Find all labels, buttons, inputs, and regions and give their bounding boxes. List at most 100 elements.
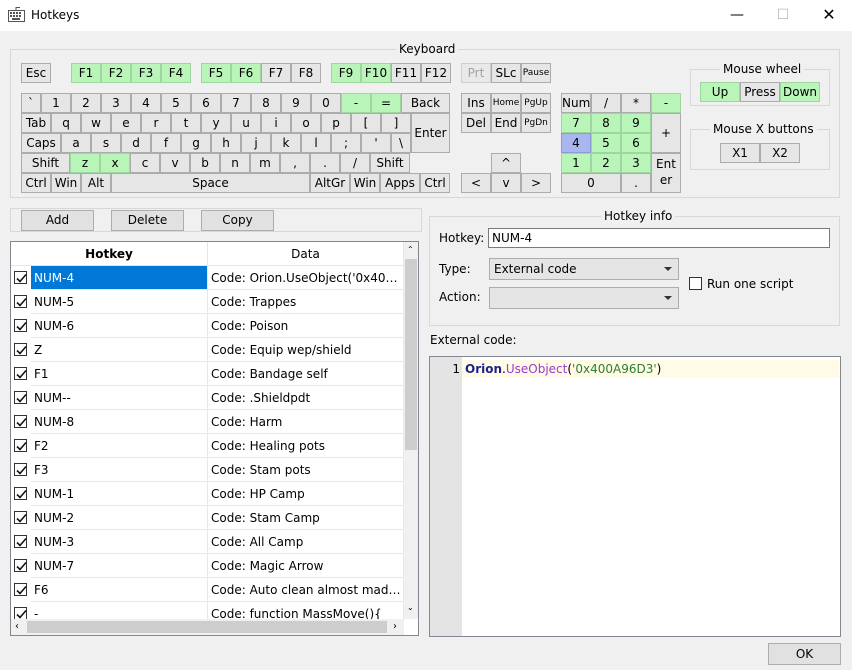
key-d4[interactable]: 4: [131, 93, 161, 113]
row-checkbox[interactable]: [14, 439, 27, 452]
table-row[interactable]: NUM-7 Code: Magic Arrow: [11, 554, 404, 578]
ok-button[interactable]: OK: [768, 643, 841, 665]
row-checkbox[interactable]: [14, 367, 27, 380]
key-f6[interactable]: F6: [231, 63, 261, 83]
key-h[interactable]: h: [211, 133, 241, 153]
key-period[interactable]: .: [310, 153, 340, 173]
key-d1[interactable]: 1: [41, 93, 71, 113]
column-header-data[interactable]: Data: [208, 242, 404, 266]
key-rctrl[interactable]: Ctrl: [420, 173, 450, 193]
key-n[interactable]: n: [220, 153, 250, 173]
key-nsub[interactable]: -: [651, 93, 681, 113]
key-lwin[interactable]: Win: [51, 173, 81, 193]
add-button[interactable]: Add: [21, 210, 94, 231]
key-j[interactable]: j: [241, 133, 271, 153]
code-editor[interactable]: 1 Orion.UseObject('0x400A96D3'): [429, 356, 841, 637]
key-x1[interactable]: X1: [720, 143, 760, 163]
key-slc[interactable]: SLc: [491, 63, 521, 83]
key-d0[interactable]: 0: [311, 93, 341, 113]
table-row[interactable]: NUM-5 Code: Trappes: [11, 290, 404, 314]
row-checkbox[interactable]: [14, 511, 27, 524]
table-row[interactable]: NUM-6 Code: Poison: [11, 314, 404, 338]
key-lshift[interactable]: Shift: [21, 153, 70, 173]
key-end[interactable]: End: [491, 113, 521, 133]
key-tab[interactable]: Tab: [21, 113, 51, 133]
key-f12[interactable]: F12: [421, 63, 451, 83]
key-ins[interactable]: Ins: [461, 93, 491, 113]
key-nmul[interactable]: *: [621, 93, 651, 113]
scroll-down-icon[interactable]: ⌄: [407, 604, 414, 612]
key-d9[interactable]: 9: [281, 93, 311, 113]
key-r[interactable]: r: [141, 113, 171, 133]
copy-button[interactable]: Copy: [201, 210, 274, 231]
maximize-button[interactable]: ☐: [760, 0, 806, 31]
row-checkbox[interactable]: [14, 319, 27, 332]
key-quote[interactable]: ': [361, 133, 391, 153]
key-n3[interactable]: 3: [621, 153, 651, 173]
key-l[interactable]: l: [301, 133, 331, 153]
key-pause[interactable]: Pause: [521, 63, 551, 83]
key-w[interactable]: w: [81, 113, 111, 133]
table-row[interactable]: Z Code: Equip wep/shield: [11, 338, 404, 362]
key-esc[interactable]: Esc: [21, 63, 51, 83]
table-row[interactable]: NUM-3 Code: All Camp: [11, 530, 404, 554]
key-space[interactable]: Space: [111, 173, 310, 193]
key-minus[interactable]: -: [341, 93, 371, 113]
key-rbr[interactable]: ]: [381, 113, 411, 133]
key-slash[interactable]: /: [340, 153, 370, 173]
key-d3[interactable]: 3: [101, 93, 131, 113]
key-o[interactable]: o: [291, 113, 321, 133]
key-f9[interactable]: F9: [331, 63, 361, 83]
scroll-up-icon[interactable]: ⌃: [407, 246, 414, 254]
key-wheel-down[interactable]: Down: [780, 82, 820, 102]
key-n4[interactable]: 4: [561, 133, 591, 153]
key-ndiv[interactable]: /: [591, 93, 621, 113]
key-down[interactable]: v: [491, 173, 521, 193]
row-checkbox[interactable]: [14, 415, 27, 428]
key-q[interactable]: q: [51, 113, 81, 133]
row-checkbox[interactable]: [14, 295, 27, 308]
table-row[interactable]: F3 Code: Stam pots: [11, 458, 404, 482]
key-c[interactable]: c: [130, 153, 160, 173]
key-f7[interactable]: F7: [261, 63, 291, 83]
key-num[interactable]: Num: [561, 93, 591, 113]
key-p[interactable]: p: [321, 113, 351, 133]
key-a[interactable]: a: [61, 133, 91, 153]
row-checkbox[interactable]: [14, 271, 27, 284]
hotkey-input[interactable]: [488, 228, 830, 248]
key-v[interactable]: v: [160, 153, 190, 173]
key-nadd[interactable]: +: [651, 113, 681, 153]
key-z[interactable]: z: [70, 153, 100, 173]
scroll-left-icon[interactable]: ‹: [15, 621, 19, 632]
table-row[interactable]: F2 Code: Healing pots: [11, 434, 404, 458]
key-back[interactable]: Back: [401, 93, 450, 113]
key-d[interactable]: d: [121, 133, 151, 153]
key-d8[interactable]: 8: [251, 93, 281, 113]
key-i[interactable]: i: [261, 113, 291, 133]
key-pgup[interactable]: PgUp: [521, 93, 551, 113]
key-backtick[interactable]: `: [21, 93, 41, 113]
key-equals[interactable]: =: [371, 93, 401, 113]
key-right[interactable]: >: [521, 173, 551, 193]
key-n1[interactable]: 1: [561, 153, 591, 173]
row-checkbox[interactable]: [14, 343, 27, 356]
key-n6[interactable]: 6: [621, 133, 651, 153]
delete-button[interactable]: Delete: [111, 210, 184, 231]
key-semi[interactable]: ;: [331, 133, 361, 153]
row-checkbox[interactable]: [14, 463, 27, 476]
vertical-scroll-thumb[interactable]: [405, 259, 417, 450]
row-checkbox[interactable]: [14, 535, 27, 548]
key-f3[interactable]: F3: [131, 63, 161, 83]
row-checkbox[interactable]: [14, 583, 27, 596]
key-d7[interactable]: 7: [221, 93, 251, 113]
key-n7[interactable]: 7: [561, 113, 591, 133]
scroll-right-icon[interactable]: ›: [393, 621, 397, 632]
key-rwin[interactable]: Win: [350, 173, 380, 193]
key-f10[interactable]: F10: [361, 63, 391, 83]
minimize-button[interactable]: —: [714, 0, 760, 31]
type-select[interactable]: External code: [489, 258, 679, 280]
key-f1[interactable]: F1: [71, 63, 101, 83]
key-f11[interactable]: F11: [391, 63, 421, 83]
key-apps[interactable]: Apps: [380, 173, 420, 193]
run-one-script-checkbox[interactable]: [689, 277, 702, 290]
